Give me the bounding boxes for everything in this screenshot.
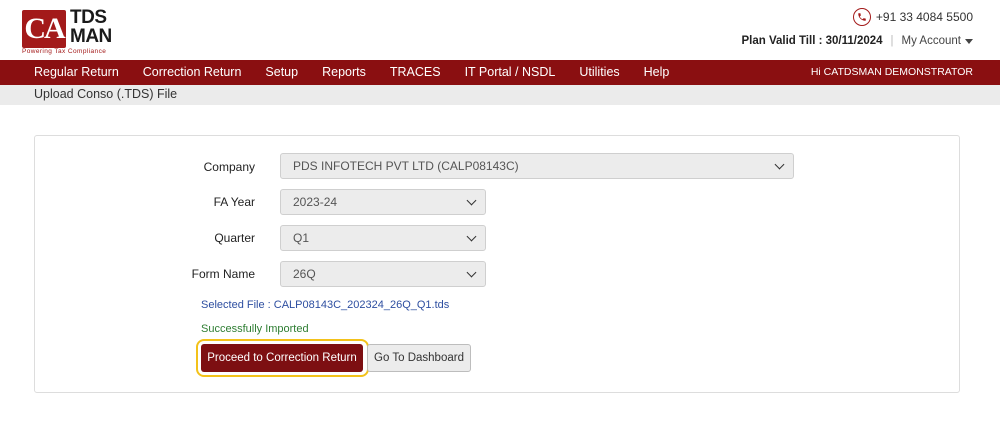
chevron-down-icon bbox=[466, 231, 477, 242]
my-account-label: My Account bbox=[901, 35, 961, 47]
user-greeting: Hi CATDSMAN DEMONSTRATOR bbox=[810, 66, 973, 78]
form-name-label: Form Name bbox=[191, 267, 255, 281]
logo-mark: CA bbox=[22, 10, 66, 48]
logo-word-man: MAN bbox=[70, 26, 112, 47]
main-nav: Regular Return Correction Return Setup R… bbox=[0, 60, 1000, 85]
go-to-dashboard-button[interactable]: Go To Dashboard bbox=[367, 344, 471, 372]
fa-year-value: 2023-24 bbox=[293, 195, 338, 209]
my-account-menu[interactable]: My Account bbox=[902, 35, 973, 47]
phone-number: +91 33 4084 5500 bbox=[875, 10, 973, 24]
chevron-down-icon bbox=[774, 159, 785, 170]
phone-icon bbox=[852, 8, 871, 26]
header-separator: | bbox=[890, 35, 894, 47]
upload-form-card: Company PDS INFOTECH PVT LTD (CALP08143C… bbox=[34, 135, 960, 393]
quarter-select[interactable]: Q1 bbox=[280, 225, 486, 251]
plan-info: Plan Valid Till : 30/11/2024 | My Accoun… bbox=[741, 35, 973, 47]
fa-year-label: FA Year bbox=[213, 195, 255, 209]
nav-regular-return[interactable]: Regular Return bbox=[0, 60, 131, 85]
nav-help[interactable]: Help bbox=[632, 60, 682, 85]
nav-utilities[interactable]: Utilities bbox=[567, 60, 631, 85]
fa-year-select[interactable]: 2023-24 bbox=[280, 189, 486, 215]
plan-valid-till: Plan Valid Till : 30/11/2024 bbox=[741, 35, 883, 47]
caret-down-icon bbox=[965, 38, 973, 44]
company-select[interactable]: PDS INFOTECH PVT LTD (CALP08143C) bbox=[280, 153, 794, 179]
header: CA TDS MAN Powering Tax Compliance +91 3… bbox=[0, 0, 1000, 60]
page-title-bar: Upload Conso (.TDS) File bbox=[0, 85, 1000, 105]
chevron-down-icon bbox=[466, 267, 477, 278]
quarter-value: Q1 bbox=[293, 231, 310, 245]
company-value: PDS INFOTECH PVT LTD (CALP08143C) bbox=[293, 159, 519, 173]
tdsman-logo[interactable]: CA TDS MAN Powering Tax Compliance bbox=[20, 8, 120, 56]
company-label: Company bbox=[203, 160, 255, 174]
nav-reports[interactable]: Reports bbox=[310, 60, 378, 85]
form-name-select[interactable]: 26Q bbox=[280, 261, 486, 287]
import-status: Successfully Imported bbox=[201, 323, 309, 335]
form-name-value: 26Q bbox=[293, 267, 316, 281]
nav-it-portal-nsdl[interactable]: IT Portal / NSDL bbox=[453, 60, 568, 85]
nav-setup[interactable]: Setup bbox=[253, 60, 310, 85]
chevron-down-icon bbox=[466, 195, 477, 206]
logo-tagline: Powering Tax Compliance bbox=[22, 48, 107, 55]
nav-traces[interactable]: TRACES bbox=[378, 60, 453, 85]
logo-word-tds: TDS bbox=[70, 7, 107, 28]
nav-correction-return[interactable]: Correction Return bbox=[131, 60, 254, 85]
phone-contact: +91 33 4084 5500 bbox=[852, 8, 973, 26]
selected-file-text: Selected File : CALP08143C_202324_26Q_Q1… bbox=[201, 299, 450, 311]
page-title: Upload Conso (.TDS) File bbox=[34, 87, 178, 101]
quarter-label: Quarter bbox=[214, 231, 255, 245]
proceed-to-correction-return-button[interactable]: Proceed to Correction Return bbox=[201, 344, 363, 372]
